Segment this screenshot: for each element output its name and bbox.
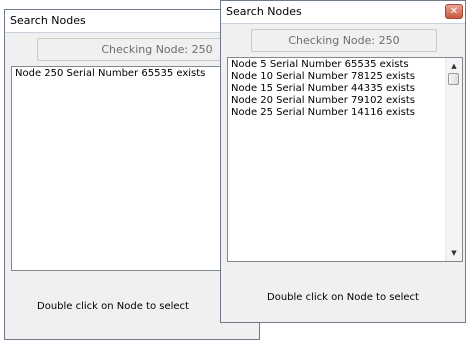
window-title: Search Nodes [10, 14, 86, 27]
list-item[interactable]: Node 25 Serial Number 14116 exists [231, 107, 446, 119]
search-nodes-window-front: Search Nodes ✕ Checking Node: 250 Node 5… [220, 0, 466, 323]
arrow-up-icon: ▲ [451, 62, 457, 70]
title-bar[interactable]: Search Nodes ✕ [221, 1, 465, 24]
status-field: Checking Node: 250 [251, 29, 437, 52]
list-item[interactable]: Node 10 Serial Number 78125 exists [231, 71, 446, 83]
scroll-down-button[interactable]: ▼ [446, 246, 462, 260]
list-item[interactable]: Node 20 Serial Number 79102 exists [231, 95, 446, 107]
node-list[interactable]: Node 5 Serial Number 65535 exists Node 1… [227, 57, 463, 262]
vertical-scrollbar[interactable]: ▲ ▼ [445, 58, 462, 261]
close-icon: ✕ [449, 6, 459, 17]
scroll-up-button[interactable]: ▲ [446, 59, 462, 73]
hint-text: Double click on Node to select [267, 292, 419, 303]
hint-text: Double click on Node to select [37, 301, 189, 312]
arrow-down-icon: ▼ [451, 249, 457, 257]
close-button[interactable]: ✕ [445, 4, 463, 19]
window-title: Search Nodes [226, 5, 302, 18]
list-item[interactable]: Node 15 Serial Number 44335 exists [231, 83, 446, 95]
list-item[interactable]: Node 5 Serial Number 65535 exists [231, 59, 446, 71]
scroll-thumb[interactable] [448, 73, 459, 85]
